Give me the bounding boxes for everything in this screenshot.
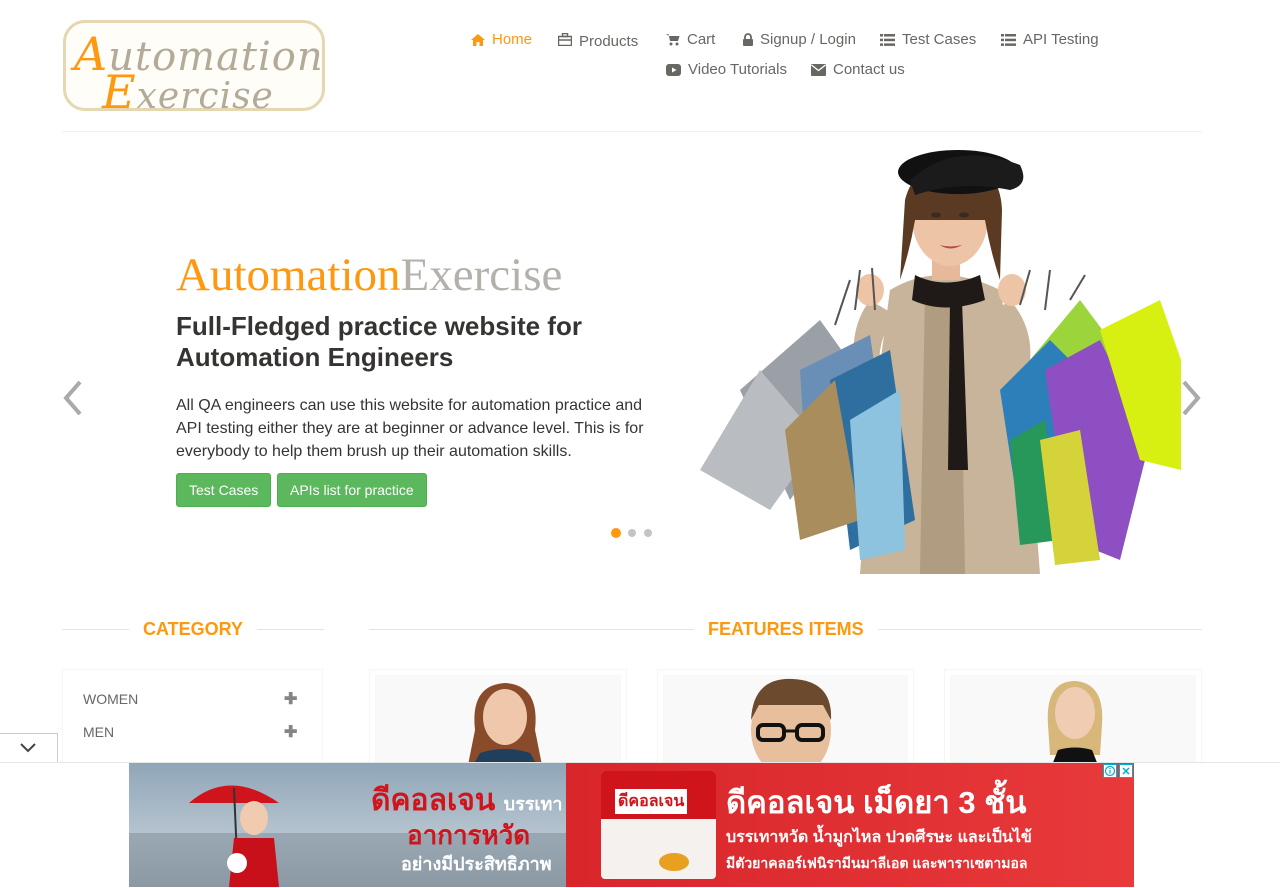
product-card[interactable] — [944, 669, 1202, 769]
nav-contact-us-label: Contact us — [833, 61, 905, 78]
apis-list-button[interactable]: APIs list for practice — [277, 473, 427, 507]
nav-video-tutorials-label: Video Tutorials — [688, 61, 787, 78]
carousel-dot-1[interactable] — [611, 528, 621, 538]
chevron-down-icon — [20, 743, 36, 753]
header-divider — [62, 131, 1202, 132]
ad-right-line2: บรรเทาหวัด น้ำมูกไหล ปวดศีรษะ และเป็นไข้ — [726, 829, 1032, 846]
site-logo[interactable]: Automation Exercise — [63, 20, 325, 119]
product-image — [663, 675, 908, 768]
nav-video-tutorials[interactable]: Video Tutorials — [666, 61, 787, 78]
nav-cart[interactable]: Cart — [666, 31, 715, 48]
category-heading: CATEGORY — [129, 619, 258, 640]
nav-contact-us[interactable]: Contact us — [811, 61, 905, 78]
nav-api-testing[interactable]: API Testing — [1001, 31, 1099, 48]
category-women[interactable]: WOMEN — [83, 691, 138, 707]
carousel-dot-2[interactable] — [628, 529, 636, 537]
envelope-icon — [811, 63, 826, 76]
nav-products[interactable]: Products — [558, 31, 639, 50]
ad-right-line3: มีตัวยาคลอร์เฟนิรามีนมาลีเอต และพาราเซตา… — [726, 855, 1028, 871]
list-icon — [880, 33, 895, 46]
carousel-prev-arrow[interactable] — [60, 378, 88, 418]
nav-api-testing-label: API Testing — [1023, 31, 1099, 48]
lock-icon — [743, 33, 753, 46]
chevron-left-icon — [63, 380, 82, 416]
cart-icon — [666, 34, 680, 46]
hero-brand: AutomationExercise — [176, 249, 563, 301]
hero-description: All QA engineers can use this website fo… — [176, 397, 644, 460]
test-cases-button[interactable]: Test Cases — [176, 473, 272, 507]
hero-title: Full-Fledged practice website for Automa… — [176, 311, 582, 372]
ad-banner[interactable]: ดีคอลเจน บรรเทา อาการหวัด อย่างมีประสิทธ… — [129, 763, 1134, 887]
nav-cart-label: Cart — [687, 31, 716, 48]
ad-close-icon[interactable] — [1119, 764, 1133, 778]
product-image — [950, 675, 1196, 768]
adchoices-icon[interactable] — [1103, 764, 1117, 778]
ad-left-panel: ดีคอลเจน บรรเทา อาการหวัด อย่างมีประสิทธ… — [129, 763, 566, 887]
list-icon — [1001, 33, 1016, 46]
ad-right-panel: ดีคอลเจน ดีคอลเจน เม็ดยา 3 ชั้น บรรเทาหว… — [566, 763, 1134, 887]
carousel-dot-3[interactable] — [644, 529, 652, 537]
nav-test-cases[interactable]: Test Cases — [880, 31, 976, 48]
nav-signup-login[interactable]: Signup / Login — [743, 31, 856, 48]
ad-collapse-toggle[interactable] — [0, 733, 58, 764]
product-image — [375, 675, 621, 768]
nav-home-label: Home — [492, 31, 533, 48]
expand-women-icon[interactable]: ✚ — [284, 689, 297, 709]
ad-right-title: ดีคอลเจน เม็ดยา 3 ชั้น — [726, 785, 1027, 820]
product-card[interactable] — [369, 669, 627, 769]
ad-product-pack: ดีคอลเจน — [601, 771, 716, 879]
ad-left-line3: อย่างมีประสิทธิภาพ — [401, 854, 552, 874]
nav-products-label: Products — [579, 33, 639, 50]
expand-men-icon[interactable]: ✚ — [284, 722, 297, 742]
product-card[interactable] — [657, 669, 914, 769]
product-photo-woman-2 — [1047, 681, 1103, 768]
nav-signup-login-label: Signup / Login — [760, 31, 856, 48]
ad-pack-brand: ดีคอลเจน — [615, 789, 688, 814]
category-panel — [62, 669, 323, 769]
youtube-icon — [666, 63, 681, 76]
product-photo-man — [751, 678, 832, 768]
nav-home[interactable]: Home — [471, 31, 532, 48]
logo-line-2: Exercise — [102, 65, 274, 119]
features-heading: FEATURES ITEMS — [694, 619, 878, 640]
product-photo-woman — [467, 683, 543, 768]
category-men[interactable]: MEN — [83, 724, 114, 740]
hero-girl-image — [700, 150, 1181, 574]
nav-test-cases-label: Test Cases — [902, 31, 977, 48]
products-icon — [558, 33, 572, 46]
home-icon — [471, 33, 485, 46]
